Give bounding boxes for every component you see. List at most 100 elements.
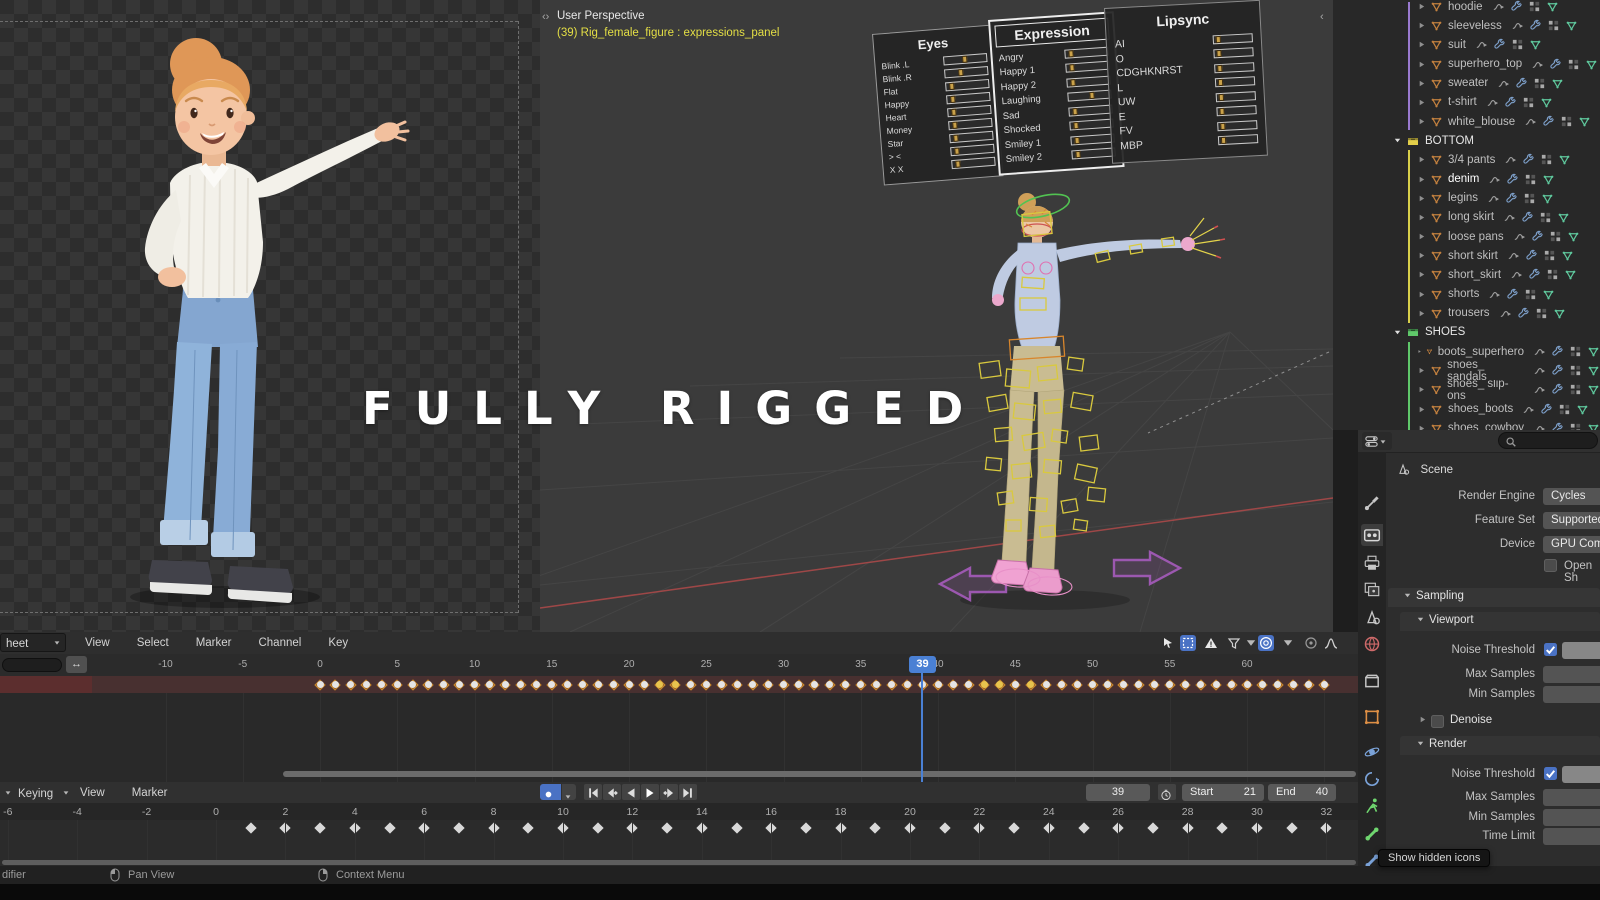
modifier-wrench-icon[interactable] [1551,383,1564,396]
material-icon[interactable] [1539,211,1552,224]
keyframe-dot[interactable] [456,681,463,688]
slider-handle[interactable] [1219,108,1224,115]
action-icon[interactable] [1533,345,1546,358]
slider-handle[interactable] [1073,122,1078,129]
outliner-item-label[interactable]: shoes_boots [1448,403,1513,415]
outliner-row[interactable]: SHOES [1333,323,1600,342]
mesh-data-icon[interactable] [1546,0,1559,13]
disclosure-right-icon[interactable] [1417,194,1426,203]
panel-corner-chevrons-icon[interactable]: ‹› [542,11,549,23]
slider-handle[interactable] [1089,92,1094,99]
timeline-menu-marker[interactable]: Marker [132,782,168,804]
outliner-row[interactable]: loose pans [1333,227,1600,246]
dope-header-prop-icon[interactable] [1258,635,1274,651]
keyframe-dot[interactable] [672,681,679,688]
collapsed-chevron-icon[interactable] [1418,715,1427,724]
modifier-wrench-icon[interactable] [1506,288,1519,301]
property-field[interactable] [1543,686,1600,703]
outliner-row[interactable]: boots_superhero [1333,342,1600,361]
timeline-keyframe-diamond[interactable] [731,822,742,833]
slider-handle[interactable] [1219,94,1224,101]
modifier-wrench-icon[interactable] [1522,153,1535,166]
dope-sheet-editor[interactable]: heet ViewSelectMarkerChannelKey ↔ -10-50… [0,632,1358,782]
shape-key-slider[interactable] [1213,33,1253,44]
property-value-field[interactable] [1562,642,1600,659]
keyframe-dot[interactable] [610,681,617,688]
transport-jump-end-button[interactable] [679,784,697,800]
keyframe-dot[interactable] [1151,681,1158,688]
disclosure-right-icon[interactable] [1417,2,1426,11]
dope-header-keyset-icon[interactable] [1303,635,1319,651]
dope-menu-select[interactable]: Select [137,632,169,654]
outliner-row[interactable]: white_blouse [1333,112,1600,131]
shape-key-slider[interactable] [1067,90,1112,102]
timeline-keyframe-diamond[interactable] [661,822,672,833]
frame-end-field[interactable]: End40 [1268,784,1336,801]
section-label[interactable]: Sampling [1416,590,1464,602]
keyframe-dot[interactable] [1321,681,1328,688]
dope-header-warn-icon[interactable] [1203,635,1219,651]
material-icon[interactable] [1569,364,1582,377]
slider-handle[interactable] [1075,151,1080,158]
outliner-item-label[interactable]: SHOES [1425,326,1465,338]
disclosure-right-icon[interactable] [1417,213,1426,222]
property-field[interactable] [1543,789,1600,806]
mesh-data-icon[interactable] [1585,58,1598,71]
material-icon[interactable] [1524,288,1537,301]
keyframe-dot[interactable] [1259,681,1266,688]
disclosure-right-icon[interactable] [1417,117,1426,126]
slider-handle[interactable] [950,96,956,103]
slider-handle[interactable] [962,56,968,63]
outliner-row[interactable]: t-shirt [1333,93,1600,112]
shape-key-slider[interactable] [1065,61,1110,73]
dope-keyframes[interactable] [0,676,1358,693]
disclosure-right-icon[interactable] [1417,251,1426,260]
slider-handle[interactable] [1216,50,1221,57]
shape-panel-eyes[interactable]: Eyes Blink .LBlink .RFlatHappyHeartMoney… [872,25,1004,186]
outliner-item-label[interactable]: loose pans [1448,231,1504,243]
timeline-keyframe-diamond[interactable] [1286,822,1297,833]
keyframe-dot[interactable] [734,681,741,688]
action-icon[interactable] [1533,383,1546,396]
mesh-data-icon[interactable] [1542,288,1555,301]
timeline-keyframe-diamond[interactable] [592,822,603,833]
modifier-wrench-icon[interactable] [1510,0,1523,13]
disclosure-right-icon[interactable] [1417,309,1426,318]
outliner-row[interactable]: shoes_boots [1333,400,1600,419]
material-icon[interactable] [1511,38,1524,51]
mesh-data-icon[interactable] [1576,403,1589,416]
outliner-row[interactable]: sweater [1333,74,1600,93]
use-preview-range-button[interactable] [1158,784,1176,800]
outliner-row[interactable]: short_skirt [1333,265,1600,284]
mesh-data-icon[interactable] [1561,249,1574,262]
keyframe-dot[interactable] [425,681,432,688]
property-field[interactable]: Supported [1543,512,1600,529]
material-icon[interactable] [1567,58,1580,71]
keyframe-dot[interactable] [1213,681,1220,688]
dope-menu-view[interactable]: View [85,632,110,654]
modifier-wrench-icon[interactable] [1540,403,1553,416]
slider-handle[interactable] [1216,36,1221,43]
keyframe-dot[interactable] [950,681,957,688]
modifier-wrench-icon[interactable] [1551,364,1564,377]
action-icon[interactable] [1533,422,1546,430]
outliner-row[interactable]: legins [1333,189,1600,208]
slider-handle[interactable] [949,83,955,90]
timeline-horizontal-scrollbar[interactable] [2,860,1356,865]
slider-handle[interactable] [1069,64,1074,71]
editor-chevron-icon[interactable] [4,789,12,797]
modifier-wrench-icon[interactable] [1506,173,1519,186]
disclosure-right-icon[interactable] [1417,366,1426,375]
modifier-wrench-icon[interactable] [1528,268,1541,281]
mesh-data-icon[interactable] [1557,211,1570,224]
outliner-item-label[interactable]: shoes_cowboy [1448,422,1524,430]
material-icon[interactable] [1558,403,1571,416]
keyframe-dot[interactable] [564,681,571,688]
dope-menu-key[interactable]: Key [328,632,348,654]
reference-image-panel[interactable] [0,0,540,632]
keyframe-dot[interactable] [935,681,942,688]
disclosure-right-icon[interactable] [1417,40,1426,49]
transport-prev-key-button[interactable] [603,784,621,800]
material-icon[interactable] [1569,345,1582,358]
mesh-data-icon[interactable] [1587,422,1600,430]
